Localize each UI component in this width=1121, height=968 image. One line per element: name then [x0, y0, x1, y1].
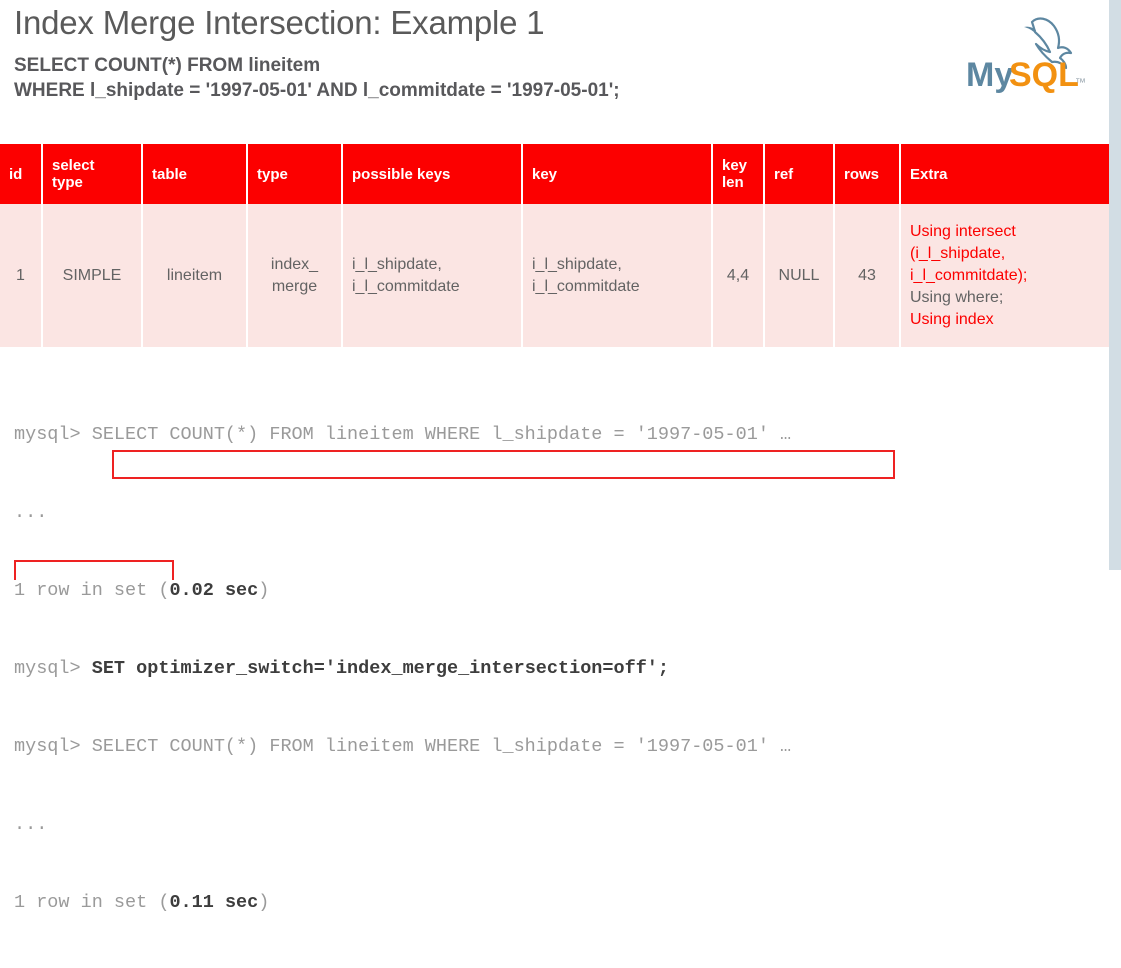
terminal-output: mysql> SELECT COUNT(*) FROM lineitem WHE…	[14, 370, 1104, 968]
column-header-id: id	[0, 144, 43, 204]
terminal-line-4-prompt: mysql>	[14, 658, 92, 679]
slide-content: Index Merge Intersection: Example 1 SELE…	[0, 0, 1109, 913]
terminal-line-4: mysql> SET optimizer_switch='index_merge…	[14, 656, 1104, 682]
column-header-key-label: key	[532, 165, 558, 183]
page-title: Index Merge Intersection: Example 1	[14, 4, 545, 41]
table-row: 1 SIMPLE lineitem index_merge i_l_shipda…	[0, 204, 1109, 347]
cell-table: lineitem	[143, 204, 248, 347]
terminal-line-3-suffix: )	[258, 580, 270, 601]
terminal-line-4-command: SET optimizer_switch='index_merge_inters…	[91, 658, 670, 679]
cell-id: 1	[0, 204, 43, 347]
terminal-line-3-duration: 0.02 sec	[169, 580, 259, 601]
terminal-line-7-duration: 0.11 sec	[169, 892, 259, 913]
column-header-select-type-label: select type	[52, 157, 95, 191]
column-header-table-label: table	[152, 165, 188, 183]
terminal-line-2-text: ...	[14, 502, 48, 523]
column-header-extra: Extra	[901, 144, 1109, 204]
table-header-row: id select type table type possible keys …	[0, 144, 1109, 204]
mysql-logo-svg: My SQL ™	[966, 17, 1086, 94]
column-header-ref: ref	[765, 144, 835, 204]
terminal-line-6: ...	[14, 812, 1104, 838]
cell-extra-line-5: Using index	[910, 310, 994, 328]
sql-query-block: SELECT COUNT(*) FROM lineitem WHERE l_sh…	[14, 53, 620, 103]
terminal-line-7-suffix: )	[258, 892, 270, 913]
column-header-key-len: key len	[713, 144, 765, 204]
column-header-select-type: select type	[43, 144, 143, 204]
mysql-logo-text-sql: SQL	[1009, 56, 1079, 94]
cell-extra-line-1: Using intersect	[910, 222, 1016, 240]
cell-extra-line-2: (i_l_shipdate,	[910, 244, 1006, 262]
cell-possible-keys-line-1: i_l_shipdate,	[352, 255, 442, 273]
cell-key-line-2: i_l_commitdate	[532, 277, 640, 295]
column-header-id-label: id	[9, 165, 23, 183]
column-header-table: table	[143, 144, 248, 204]
column-header-type-label: type	[257, 165, 288, 183]
cell-possible-keys: i_l_shipdate, i_l_commitdate	[343, 204, 523, 347]
column-header-rows-label: rows	[844, 165, 880, 183]
terminal-line-3: 1 row in set (0.02 sec)	[14, 578, 1104, 604]
cell-ref: NULL	[765, 204, 835, 347]
column-header-key-len-label: key len	[722, 157, 748, 191]
terminal-line-2: ...	[14, 500, 1104, 526]
terminal-line-7: 1 row in set (0.11 sec)	[14, 890, 1104, 916]
column-header-key: key	[523, 144, 713, 204]
cell-extra-line-3: i_l_commitdate);	[910, 266, 1028, 284]
terminal-line-6-text: ...	[14, 814, 48, 835]
explain-output-table: id select type table type possible keys …	[0, 144, 1109, 347]
mysql-logo: My SQL ™	[962, 8, 1090, 98]
column-header-rows: rows	[835, 144, 901, 204]
cell-select-type: SIMPLE	[43, 204, 143, 347]
cell-key-len: 4,4	[713, 204, 765, 347]
terminal-line-5-text: mysql> SELECT COUNT(*) FROM lineitem WHE…	[14, 736, 792, 757]
cell-type: index_merge	[248, 204, 343, 347]
terminal-line-1-text: mysql> SELECT COUNT(*) FROM lineitem WHE…	[14, 424, 792, 445]
column-header-possible-keys-label: possible keys	[352, 165, 451, 183]
terminal-line-5: mysql> SELECT COUNT(*) FROM lineitem WHE…	[14, 734, 1104, 760]
column-header-possible-keys: possible keys	[343, 144, 523, 204]
cell-extra: Using intersect (i_l_shipdate, i_l_commi…	[901, 204, 1109, 347]
cell-key: i_l_shipdate, i_l_commitdate	[523, 204, 713, 347]
column-header-extra-label: Extra	[910, 165, 948, 183]
sql-query-line-1: SELECT COUNT(*) FROM lineitem	[14, 55, 321, 76]
mysql-logo-trademark: ™	[1075, 77, 1086, 89]
cell-possible-keys-line-2: i_l_commitdate	[352, 277, 460, 295]
column-header-type: type	[248, 144, 343, 204]
bottom-highlight-box-partial	[14, 560, 174, 580]
sql-query-line-2: WHERE l_shipdate = '1997-05-01' AND l_co…	[14, 80, 620, 101]
right-edge-strip	[1109, 0, 1121, 570]
cell-type-line-2: merge	[271, 277, 318, 295]
column-header-ref-label: ref	[774, 165, 794, 183]
cell-key-line-1: i_l_shipdate,	[532, 255, 622, 273]
cell-type-line-1: index_	[270, 255, 319, 273]
terminal-line-1: mysql> SELECT COUNT(*) FROM lineitem WHE…	[14, 422, 1104, 448]
cell-extra-line-4: Using where;	[910, 288, 1004, 306]
terminal-line-3-prefix: 1 row in set (	[14, 580, 170, 601]
mysql-logo-text-my: My	[966, 56, 1013, 94]
cell-rows: 43	[835, 204, 901, 347]
terminal-line-7-prefix: 1 row in set (	[14, 892, 170, 913]
